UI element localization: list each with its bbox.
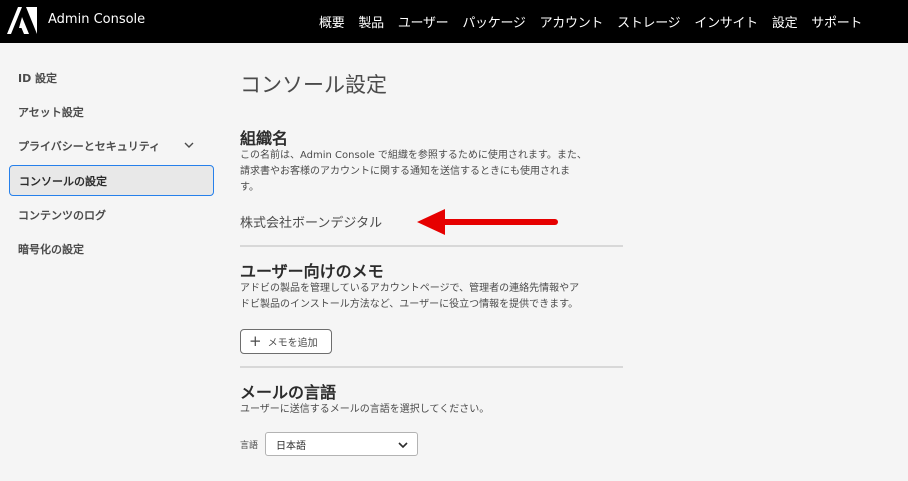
org-desc-line: この名前は、Admin Console で組織を参照するために使用されます。また…: [240, 150, 587, 161]
email-language-heading: メールの言語: [240, 383, 337, 402]
annotation-arrow-icon: [417, 209, 558, 235]
chevron-down-icon: [398, 442, 408, 449]
section-divider: [240, 245, 623, 247]
org-desc-line: 請求書やお客様のアカウントに関する通知を送信するときにも使用されま: [240, 166, 570, 177]
nav-overview[interactable]: 概要: [312, 12, 351, 31]
language-selected-value: 日本語: [276, 440, 306, 452]
sidebar-item-id-settings[interactable]: ID 設定: [9, 62, 214, 93]
section-divider: [240, 366, 623, 368]
sidebar-item-privacy-security[interactable]: プライバシーとセキュリティ: [9, 130, 214, 161]
sidebar-item-console-settings[interactable]: コンソールの設定: [9, 165, 214, 196]
nav-users[interactable]: ユーザー: [391, 12, 456, 31]
nav-insights[interactable]: インサイト: [687, 12, 765, 31]
app-title: Admin Console: [48, 12, 146, 27]
top-bar: Admin Console 概要 製品 ユーザー パッケージ アカウント ストレ…: [0, 0, 908, 43]
sidebar-item-asset-settings[interactable]: アセット設定: [9, 96, 214, 127]
user-memo-description: アドビの製品を管理しているアカウントページで、管理者の連絡先情報やア ドビ製品の…: [240, 281, 625, 313]
sidebar-item-label: コンテンツのログ: [18, 208, 106, 222]
add-memo-label: メモを追加: [267, 338, 318, 349]
org-name-heading: 組織名: [240, 129, 289, 148]
chevron-down-icon: [184, 142, 194, 148]
org-desc-line: す。: [240, 182, 259, 193]
sidebar: ID 設定 アセット設定 プライバシーとセキュリティ コンソールの設定 コンテン…: [0, 43, 225, 481]
main-content: コンソール設定 組織名 この名前は、Admin Console で組織を参照する…: [225, 43, 908, 481]
nav-settings[interactable]: 設定: [765, 12, 804, 31]
plus-icon: +: [249, 332, 262, 350]
page-title: コンソール設定: [240, 73, 387, 97]
nav-support[interactable]: サポート: [804, 12, 869, 31]
sidebar-item-encryption-settings[interactable]: 暗号化の設定: [9, 233, 214, 264]
org-name-description: この名前は、Admin Console で組織を参照するために使用されます。また…: [240, 148, 625, 196]
nav-packages[interactable]: パッケージ: [455, 12, 532, 31]
language-label: 言語: [240, 441, 259, 451]
main-nav: 概要 製品 ユーザー パッケージ アカウント ストレージ インサイト 設定 サポ…: [312, 0, 869, 43]
language-select[interactable]: 日本語: [265, 432, 418, 456]
user-memo-heading: ユーザー向けのメモ: [240, 262, 384, 281]
sidebar-item-content-logs[interactable]: コンテンツのログ: [9, 199, 214, 230]
adobe-logo-icon[interactable]: [7, 7, 37, 34]
sidebar-item-label: ID 設定: [18, 71, 58, 85]
nav-account[interactable]: アカウント: [533, 12, 611, 31]
add-memo-button[interactable]: + メモを追加: [240, 329, 332, 354]
sidebar-item-label: 暗号化の設定: [18, 242, 84, 256]
nav-storage[interactable]: ストレージ: [610, 12, 687, 31]
sidebar-item-label: プライバシーとセキュリティ: [18, 139, 161, 153]
nav-products[interactable]: 製品: [351, 12, 390, 31]
memo-desc-line: アドビの製品を管理しているアカウントページで、管理者の連絡先情報やア: [240, 283, 580, 294]
sidebar-item-label: コンソールの設定: [19, 174, 107, 188]
sidebar-item-label: アセット設定: [18, 105, 84, 119]
email-language-description: ユーザーに送信するメールの言語を選択してください。: [240, 404, 490, 415]
org-name-value: 株式会社ボーンデジタル: [240, 216, 383, 231]
memo-desc-line: ドビ製品のインストール方法など、ユーザーに役立つ情報を提供できます。: [240, 299, 579, 310]
